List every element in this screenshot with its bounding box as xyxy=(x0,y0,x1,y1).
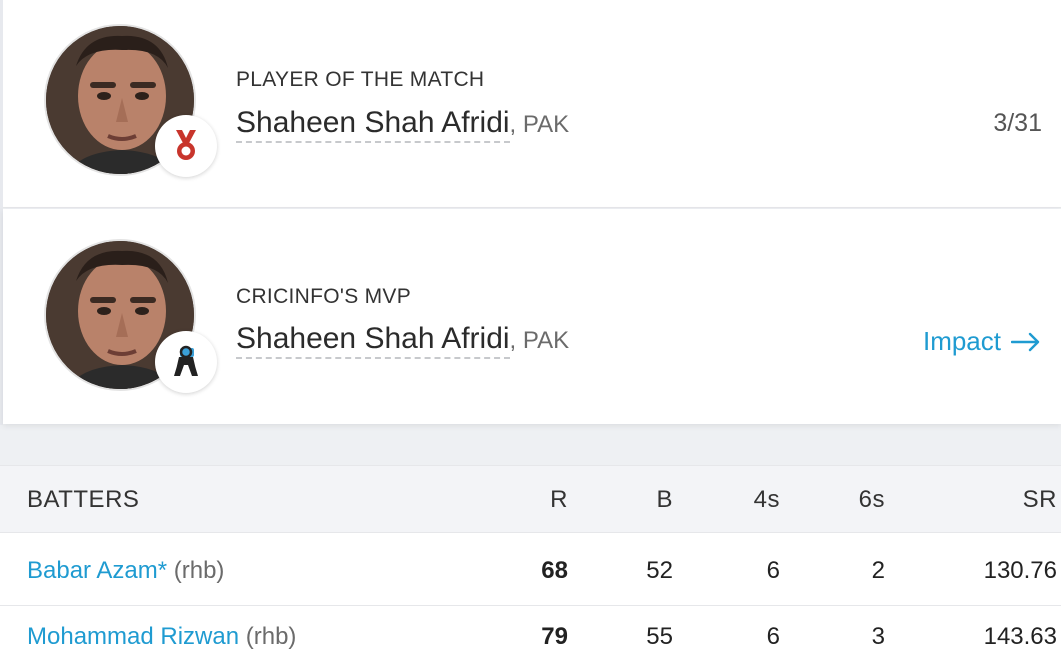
balls-value: 55 xyxy=(646,623,673,650)
batter-cell: Mohammad Rizwan (rhb) xyxy=(27,623,296,651)
impact-link[interactable]: Impact xyxy=(923,326,1041,357)
arrow-right-icon xyxy=(1011,332,1040,351)
batting-hand: (rhb) xyxy=(239,623,297,650)
table-row: Babar Azam* (rhb) 68 52 6 2 130.76 xyxy=(0,540,1061,606)
player-line: Shaheen Shah Afridi, PAK xyxy=(236,322,570,359)
balls-value: 52 xyxy=(646,557,673,584)
batting-hand: (rhb) xyxy=(167,557,225,584)
mvp-badge xyxy=(155,331,217,393)
player-team: , PAK xyxy=(509,327,570,354)
cricinfo-mvp-card: CRICINFO'S MVP Shaheen Shah Afridi, PAK … xyxy=(3,209,1061,424)
batting-scorecard: BATTERS R B 4s 6s SR Babar Azam* (rhb) 6… xyxy=(0,465,1061,670)
header-fours: 4s xyxy=(753,486,780,513)
runs-value: 79 xyxy=(541,623,568,650)
award-label: CRICINFO'S MVP xyxy=(236,285,412,308)
sixes-value: 2 xyxy=(871,557,885,584)
header-batters: BATTERS xyxy=(27,486,140,513)
strike-rate-value: 130.76 xyxy=(983,557,1057,584)
medal-badge xyxy=(155,115,217,177)
bowling-figure: 3/31 xyxy=(993,109,1042,137)
fours-value: 6 xyxy=(766,623,780,650)
sixes-value: 3 xyxy=(871,623,885,650)
header-strike-rate: SR xyxy=(1022,486,1057,513)
header-balls: B xyxy=(656,486,673,513)
header-sixes: 6s xyxy=(858,486,885,513)
batter-cell: Babar Azam* (rhb) xyxy=(27,557,224,585)
impact-link-label: Impact xyxy=(922,326,1001,356)
player-team: , PAK xyxy=(509,111,570,138)
medal-icon xyxy=(176,130,196,160)
player-name-link[interactable]: Shaheen Shah Afridi xyxy=(236,106,510,143)
scorecard-header: BATTERS R B 4s 6s SR xyxy=(0,465,1061,533)
player-line: Shaheen Shah Afridi, PAK xyxy=(236,106,570,143)
strike-rate-value: 143.63 xyxy=(983,623,1057,650)
runs-value: 68 xyxy=(541,557,568,584)
batter-name-link[interactable]: Mohammad Rizwan xyxy=(27,623,239,650)
player-name-link[interactable]: Shaheen Shah Afridi xyxy=(236,322,510,359)
award-label: PLAYER OF THE MATCH xyxy=(236,68,485,91)
mvp-icon xyxy=(174,345,198,376)
player-of-the-match-card: PLAYER OF THE MATCH Shaheen Shah Afridi,… xyxy=(3,0,1061,208)
fours-value: 6 xyxy=(766,557,780,584)
header-runs: R xyxy=(550,486,568,513)
batter-name-link[interactable]: Babar Azam* xyxy=(27,557,167,584)
table-row: Mohammad Rizwan (rhb) 79 55 6 3 143.63 xyxy=(0,606,1061,670)
